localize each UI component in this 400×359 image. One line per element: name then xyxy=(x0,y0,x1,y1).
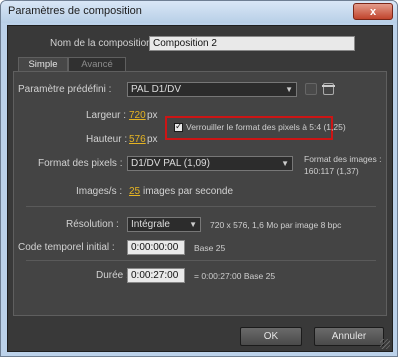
fps-suffix: images par seconde xyxy=(143,186,234,197)
pixel-aspect-select[interactable]: D1/DV PAL (1,09) ▼ xyxy=(127,156,293,171)
height-value[interactable]: 576 xyxy=(129,134,146,145)
pixel-aspect-label: Format des pixels : xyxy=(38,158,123,169)
trash-icon[interactable] xyxy=(322,83,335,95)
comp-name-label: Nom de la composition : xyxy=(50,38,158,49)
lock-aspect-checkbox[interactable] xyxy=(174,121,183,132)
dialog-content: Nom de la composition : Composition 2 Si… xyxy=(7,25,393,352)
frame-aspect-value: 160:117 (1,37) xyxy=(304,166,359,176)
tab-simple[interactable]: Simple xyxy=(18,57,68,71)
title-bar[interactable]: Paramètres de composition x xyxy=(1,1,397,23)
width-value[interactable]: 720 xyxy=(129,110,146,121)
cancel-button[interactable]: Annuler xyxy=(314,327,384,346)
duration-label: Durée : xyxy=(96,270,129,281)
chevron-down-icon: ▼ xyxy=(285,85,293,94)
close-button[interactable]: x xyxy=(353,3,393,20)
duration-input[interactable]: 0:00:27:00 xyxy=(127,268,185,283)
window-title: Paramètres de composition xyxy=(8,5,142,17)
resolution-value: Intégrale xyxy=(131,219,170,230)
composition-settings-dialog: Paramètres de composition x Nom de la co… xyxy=(0,0,398,357)
resolution-info: 720 x 576, 1,6 Mo par image 8 bpc xyxy=(210,220,342,230)
width-label: Largeur : xyxy=(86,110,127,121)
tab-advanced[interactable]: Avancé xyxy=(68,57,126,71)
fps-value[interactable]: 25 xyxy=(129,186,140,197)
frame-aspect-label: Format des images : xyxy=(304,154,382,164)
save-preset-icon[interactable] xyxy=(305,83,317,95)
ok-button[interactable]: OK xyxy=(240,327,302,346)
preset-value: PAL D1/DV xyxy=(131,84,182,95)
comp-name-input[interactable]: Composition 2 xyxy=(149,36,355,51)
resize-grip-icon[interactable] xyxy=(380,339,390,349)
chevron-down-icon: ▼ xyxy=(281,159,289,168)
divider xyxy=(26,260,376,261)
chevron-down-icon: ▼ xyxy=(189,220,197,229)
height-unit: px xyxy=(147,134,158,145)
width-unit: px xyxy=(147,110,158,121)
preset-label: Paramètre prédéfini : xyxy=(18,84,112,95)
height-label: Hauteur : xyxy=(86,134,128,145)
start-timecode-input[interactable]: 0:00:00:00 xyxy=(127,240,185,255)
duration-info: = 0:00:27:00 Base 25 xyxy=(194,271,276,281)
resolution-label: Résolution : xyxy=(66,219,119,230)
preset-select[interactable]: PAL D1/DV ▼ xyxy=(127,82,297,97)
simple-panel: Paramètre prédéfini : PAL D1/DV ▼ Largeu… xyxy=(13,71,387,316)
start-timecode-label: Code temporel initial : xyxy=(18,242,115,253)
fps-label: Images/s : xyxy=(76,186,123,197)
lock-aspect-label: Verrouiller le format des pixels à 5:4 (… xyxy=(186,122,346,132)
divider xyxy=(26,206,376,207)
resolution-select[interactable]: Intégrale ▼ xyxy=(127,217,201,232)
start-timecode-info: Base 25 xyxy=(194,243,226,253)
pixel-aspect-value: D1/DV PAL (1,09) xyxy=(131,158,210,169)
